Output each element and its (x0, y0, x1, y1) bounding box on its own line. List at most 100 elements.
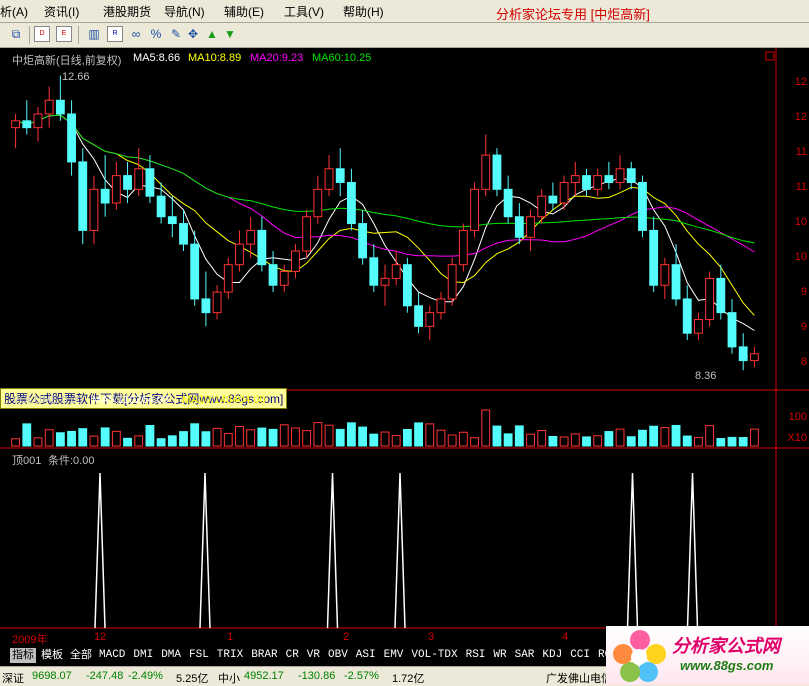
volume-bar (44, 429, 54, 447)
tab-rsi[interactable]: RSI (464, 648, 488, 663)
volume-bar (335, 428, 345, 447)
tab-dma[interactable]: DMA (159, 648, 183, 663)
percent-icon[interactable]: % (148, 26, 164, 42)
tab-dmi[interactable]: DMI (131, 648, 155, 663)
candle-body (548, 195, 558, 204)
stock-title: 中炬高新(日线,前复权) (12, 55, 122, 67)
candle-body (111, 175, 121, 204)
tab-all[interactable]: 全部 (68, 648, 94, 663)
rsi-icon[interactable]: R (107, 26, 123, 42)
volume-bar (11, 438, 21, 447)
copy-icon[interactable]: ⧉ (8, 26, 24, 42)
price-tick-label: 9 (800, 286, 807, 298)
candle-body (347, 181, 356, 225)
volume-bar (100, 427, 110, 447)
tab-wr[interactable]: WR (491, 648, 508, 663)
candle-body (458, 229, 468, 266)
candle-body (358, 223, 368, 259)
signal-spike (326, 472, 339, 629)
tab-indicator[interactable]: 指标 (10, 648, 36, 663)
tab-obv[interactable]: OBV (326, 648, 350, 663)
menu-item-tools[interactable]: 工具(V) (284, 3, 324, 20)
candle-body (123, 175, 132, 190)
volume-bar (78, 428, 88, 447)
volume-bar (447, 434, 457, 447)
menu-item-assist[interactable]: 辅助(E) (224, 3, 264, 20)
volume-bar (492, 425, 502, 447)
candle-body (167, 216, 177, 225)
index1-pct: -2.49% (128, 670, 163, 682)
volume-label: VOLUME:0.00 (12, 394, 83, 406)
volume-bar (682, 435, 692, 447)
chart-area[interactable]: 中炬高新(日线,前复权) MA5:8.66 MA10:8.89 MA20:9.2… (0, 48, 809, 646)
candle-body (380, 277, 390, 286)
signal-spike (94, 472, 106, 629)
volume-bar (749, 428, 759, 447)
candle-body (100, 188, 110, 204)
maximize-icon (765, 51, 775, 61)
volume-bar (257, 427, 267, 447)
menu-item-navigation[interactable]: 导航(N) (164, 3, 205, 20)
chart-icon[interactable]: ▥ (86, 26, 102, 42)
candle-body (593, 175, 603, 190)
price-tick-label: 10 (794, 216, 807, 228)
candle-body (604, 175, 614, 183)
up-arrow-icon[interactable]: ▲ (204, 26, 220, 42)
tab-template[interactable]: 模板 (39, 648, 65, 663)
volume-bar (738, 437, 748, 447)
forum-banner: 分析家论坛专用 [中炬高新] (496, 7, 650, 22)
volume-bar (235, 425, 244, 447)
news-ticker[interactable]: 广发佛山电信 (546, 670, 612, 686)
candle-body (570, 175, 580, 183)
price-tick-label: 12 (794, 76, 807, 88)
candle-body (660, 264, 670, 286)
candle-body (257, 229, 267, 266)
tab-macd[interactable]: MACD (97, 648, 127, 663)
volume-bar (570, 433, 580, 447)
pen-icon[interactable]: ✎ (168, 26, 184, 42)
volume-bar (582, 436, 591, 447)
tab-asi[interactable]: ASI (354, 648, 378, 663)
tab-cr[interactable]: CR (284, 648, 301, 663)
tab-trix[interactable]: TRIX (215, 648, 245, 663)
candle-body (615, 168, 625, 183)
etf-icon[interactable]: E (56, 26, 72, 42)
volume-bar (503, 433, 513, 447)
tab-brar[interactable]: BRAR (249, 648, 279, 663)
candle-body (414, 305, 424, 327)
site-logo[interactable]: 分析家公式网 www.88gs.com (606, 626, 809, 685)
tab-sar[interactable]: SAR (513, 648, 537, 663)
volume-bar (313, 422, 323, 447)
candle-body (391, 264, 401, 279)
menu-item-news[interactable]: 资讯(I) (44, 3, 79, 20)
candle-body (324, 168, 334, 190)
tab-vol-tdx[interactable]: VOL-TDX (409, 648, 459, 663)
price-tick-label: 12 (794, 111, 807, 123)
menu-item-analysis[interactable]: 析(A) (0, 3, 28, 20)
move-icon[interactable]: ✥ (185, 26, 201, 42)
tab-cci[interactable]: CCI (568, 648, 592, 663)
menu-item-help[interactable]: 帮助(H) (343, 3, 384, 20)
ma20-label: MA20:9.23 (250, 52, 304, 64)
down-arrow-icon[interactable]: ▼ (222, 26, 238, 42)
signal-spike (394, 472, 406, 629)
volume-bar (548, 435, 558, 447)
volume-bar (111, 430, 121, 447)
menu-item-hk-futures[interactable]: 港股期货 (103, 3, 151, 20)
tab-vr[interactable]: VR (305, 648, 322, 663)
candle-body (492, 154, 502, 190)
ma60-label: MA60:10.25 (312, 52, 372, 64)
volume-bar (156, 438, 166, 447)
link-icon[interactable]: ∞ (128, 26, 144, 42)
tab-kdj[interactable]: KDJ (540, 648, 564, 663)
tab-fsl[interactable]: FSL (187, 648, 211, 663)
volume-bar (727, 436, 737, 447)
stock-chart-svg[interactable] (0, 48, 809, 630)
volume-bar (638, 429, 647, 447)
dde-icon[interactable]: D (34, 26, 50, 42)
price-tick-label: 9 (800, 321, 807, 333)
tab-emv[interactable]: EMV (382, 648, 406, 663)
index1-amount: 5.25亿 (176, 673, 209, 685)
high-price-label: 12.66 (62, 71, 90, 83)
index2-pct: -2.57% (344, 670, 379, 682)
